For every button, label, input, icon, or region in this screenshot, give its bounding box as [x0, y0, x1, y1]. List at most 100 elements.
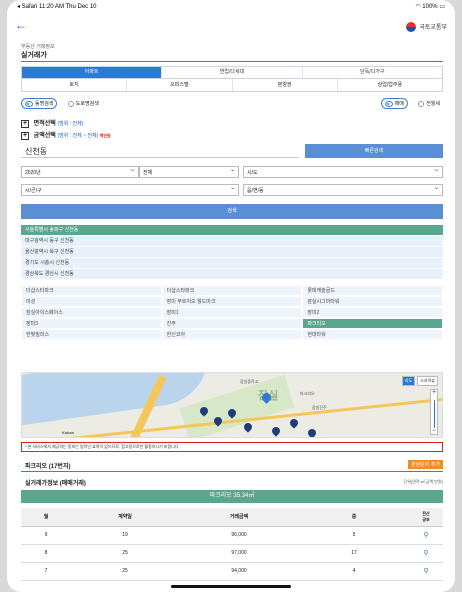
battery-icon: ▭ [439, 4, 445, 10]
cell-day: 25 [71, 544, 179, 563]
cell-floor: 5 [299, 526, 409, 545]
table-row: 9 19 96,000 5 ⚲ [21, 526, 443, 545]
price-filter-label: 금액선택 [33, 133, 56, 139]
price-unit: 백만원 [99, 133, 111, 138]
status-date: Thu Dec 10 [65, 4, 97, 10]
price-range-value: 전체 ~ 전체 [72, 133, 97, 139]
tab-house[interactable]: 단독/다가구 [303, 67, 442, 78]
apartment-item[interactable]: 미성 [21, 296, 162, 307]
area-filter[interactable]: + 면적선택 (범위 : 전체) [21, 118, 83, 128]
map-type-map-button[interactable]: 지도 [401, 376, 416, 386]
apartment-item[interactable]: 현대타워 [302, 329, 443, 340]
tab-apartment[interactable]: 아파트 [22, 67, 163, 78]
cell-floor: 17 [299, 544, 409, 563]
apartment-item[interactable]: 잠실시그마타워 [302, 296, 443, 307]
radio-rent[interactable]: 전월세 [415, 99, 443, 108]
apartment-item-selected[interactable]: 파크리오 [302, 318, 443, 329]
unit-note: 단위(면적:㎡,금액:만원) [403, 479, 443, 484]
search-input[interactable]: 신천동 [21, 144, 299, 158]
apartment-item[interactable]: 장미 푸르지오 월드마크 [161, 296, 303, 307]
tab-officetel[interactable]: 오피스텔 [127, 79, 233, 91]
status-battery: 100% [422, 4, 438, 10]
radio-dong-search[interactable]: 동명검색 [21, 98, 58, 109]
search-row: 신천동 빠른검색 [21, 144, 443, 158]
map-marker-icon[interactable] [270, 425, 282, 437]
apartment-item[interactable]: 장미3 [21, 318, 162, 329]
sido-select[interactable]: 시/도 [243, 166, 443, 178]
zoom-slider[interactable] [434, 400, 435, 428]
area-range: (범위 : 전체) [57, 121, 83, 127]
apartment-item[interactable]: 더샵스타파크 [161, 285, 303, 296]
tab-presale[interactable]: 분양권 [233, 79, 338, 91]
table-header-row: 월 계약일 거래금액 층 전산 공부 [21, 508, 443, 527]
zoom-out-button[interactable]: − [431, 428, 437, 434]
quick-search-button[interactable]: 빠른검색 [305, 144, 443, 158]
apartment-item[interactable]: 진주 [161, 318, 303, 329]
radio-selected-icon [384, 100, 393, 107]
radio-road-search[interactable]: 도로명검색 [65, 99, 102, 108]
apartment-divider [21, 471, 443, 472]
suggestion-item[interactable]: 경기도 시흥시 신천동 [21, 258, 443, 269]
tab-commercial[interactable]: 상업/업무용 [338, 79, 442, 91]
column-header: 층 [299, 508, 409, 527]
breadcrumb: 부동산 거래정보 [21, 44, 55, 50]
ministry-logo: 국토교통부 [405, 22, 447, 33]
apartment-item[interactable]: 더샵스타파크 [21, 285, 162, 296]
dong-suggestion-list: 서울특별시 송파구 신천동 대구광역시 동구 신천동 울산광역시 북구 신천동 … [21, 225, 443, 280]
suggestion-item[interactable]: 서울특별시 송파구 신천동 [21, 225, 443, 236]
magnifier-icon[interactable]: ⚲ [409, 526, 443, 545]
radio-sale-label: 매매 [394, 101, 404, 107]
cell-price: 96,000 [179, 526, 299, 545]
map-school-label: 잠실중학교 [240, 379, 259, 384]
wifi-icon: ◠ [415, 4, 421, 10]
table-row: 8 25 97,000 17 ⚲ [21, 544, 443, 563]
add-favorite-button[interactable]: 관심단지 추가 [408, 460, 443, 469]
apartment-item[interactable]: 롯데캐슬골드 [302, 285, 443, 296]
magnifier-icon[interactable]: ⚲ [409, 544, 443, 563]
map-view[interactable]: 잠실 잠실중학교 파크리오 잠실진주 지도 스카이뷰 + − Kakao [21, 372, 443, 438]
price-range-prefix: (범위 : [57, 133, 72, 139]
back-arrow-icon[interactable]: ← [15, 18, 27, 32]
eupmyeondong-select[interactable]: 읍/면/동 [243, 184, 443, 196]
tab-land[interactable]: 토지 [22, 79, 128, 91]
sigungu-select[interactable]: 시/군/구 [21, 184, 239, 196]
zoom-in-button[interactable]: + [431, 390, 437, 396]
radio-road-label: 도로명검색 [75, 101, 99, 107]
map-type-satellite-button[interactable]: 스카이뷰 [417, 376, 438, 386]
magnifier-icon[interactable]: ⚲ [409, 562, 443, 581]
transaction-table: 월 계약일 거래금액 층 전산 공부 9 19 96,000 5 ⚲ 8 25 … [21, 508, 443, 581]
search-button[interactable]: 검색 [21, 204, 443, 219]
apartment-item[interactable]: 장미2 [302, 307, 443, 318]
apartment-item[interactable]: 한빛빌리스 [21, 329, 162, 340]
cell-day: 19 [71, 526, 179, 545]
ministry-logo-text: 국토교통부 [419, 25, 447, 31]
map-label-b: 잠실진주 [312, 405, 327, 410]
year-select[interactable]: 2020년 [21, 166, 139, 178]
apartment-title: 파크리오 (17번지) [25, 464, 71, 470]
price-range: (범위 : 전체 ~ 전체) [57, 133, 99, 139]
suggestion-item[interactable]: 경상북도 경산시 신천동 [21, 269, 443, 280]
period-select[interactable]: 전체 [139, 166, 239, 178]
map-marker-icon[interactable] [288, 417, 300, 429]
column-header: 거래금액 [179, 508, 299, 527]
tab-villa[interactable]: 연립/다세대 [162, 67, 303, 78]
home-indicator[interactable] [171, 585, 291, 588]
map-marker-icon[interactable] [306, 427, 318, 437]
plus-icon: + [21, 120, 29, 128]
apartment-item[interactable]: 장미1 [161, 307, 303, 318]
radio-unselected-icon [418, 100, 425, 107]
search-options: 동명검색 도로명검색 매매 전월세 [21, 98, 443, 110]
apartment-item[interactable]: 한신코아 [161, 329, 303, 340]
status-carrier: ◂ Safari [17, 4, 38, 10]
taegeuk-icon [405, 22, 416, 33]
apartment-item[interactable]: 잠실아이스페이스 [21, 307, 162, 318]
apartment-list: 더샵스타파크 더샵스타파크 롯데캐슬골드 미성 장미 푸르지오 월드마크 잠실시… [21, 285, 443, 340]
radio-sale[interactable]: 매매 [380, 98, 408, 109]
suggestion-item[interactable]: 울산광역시 북구 신천동 [21, 247, 443, 258]
suggestion-item[interactable]: 대구광역시 동구 신천동 [21, 236, 443, 247]
price-range-suffix: ) [96, 133, 99, 139]
trade-info-title: 실거래가정보 (매매거래) [25, 481, 86, 487]
area-range-value: 전체 [72, 121, 82, 127]
column-header: 월 [21, 508, 71, 527]
price-filter[interactable]: + 금액선택 (범위 : 전체 ~ 전체) 백만원 [21, 130, 111, 140]
